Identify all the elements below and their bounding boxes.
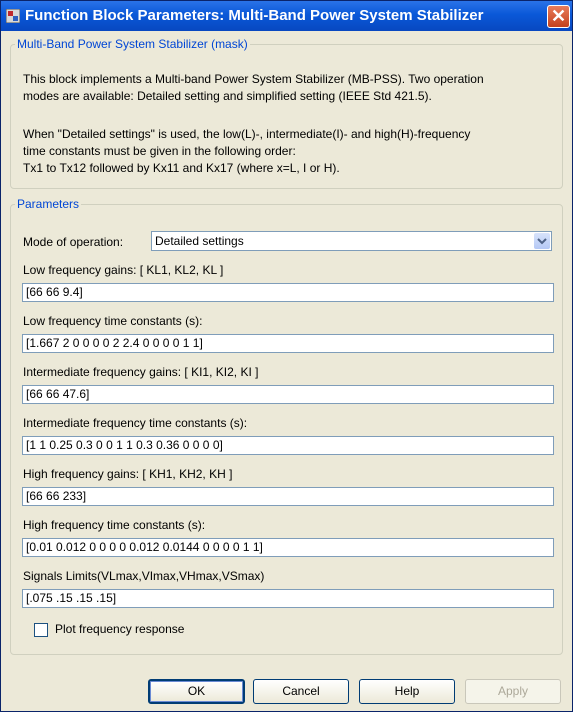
low-freq-time-constants-label: Low frequency time constants (s):: [23, 314, 203, 328]
parameters-legend: Parameters: [17, 197, 80, 211]
help-button[interactable]: Help: [359, 679, 455, 704]
plot-frequency-response-label: Plot frequency response: [55, 622, 185, 636]
chevron-down-icon[interactable]: [534, 233, 550, 249]
description-line-4: When "Detailed settings" is used, the lo…: [23, 127, 471, 141]
mode-selected-value: Detailed settings: [155, 234, 244, 248]
description-line-6: Tx1 to Tx12 followed by Kx11 and Kx17 (w…: [23, 161, 340, 175]
dialog-window: Function Block Parameters: Multi-Band Po…: [0, 0, 573, 712]
high-freq-gains-label: High frequency gains: [ KH1, KH2, KH ]: [23, 467, 233, 481]
high-freq-gains-input[interactable]: [66 66 233]: [22, 487, 554, 506]
description-line-5: time constants must be given in the foll…: [23, 144, 296, 158]
plot-frequency-response-checkbox[interactable]: [34, 623, 48, 637]
signal-limits-input[interactable]: [.075 .15 .15 .15]: [22, 589, 554, 608]
intermediate-freq-time-constants-input[interactable]: [1 1 0.25 0.3 0 0 1 1 0.3 0.36 0 0 0 0]: [22, 436, 554, 455]
apply-button[interactable]: Apply: [465, 679, 561, 704]
mask-group-legend: Multi-Band Power System Stabilizer (mask…: [17, 37, 248, 51]
description-line-2: modes are available: Detailed setting an…: [23, 89, 432, 103]
cancel-button[interactable]: Cancel: [253, 679, 349, 704]
high-freq-time-constants-input[interactable]: [0.01 0.012 0 0 0 0 0.012 0.0144 0 0 0 0…: [22, 538, 554, 557]
title-bar[interactable]: Function Block Parameters: Multi-Band Po…: [1, 1, 572, 31]
close-button[interactable]: ✕: [547, 5, 570, 28]
low-freq-gains-input[interactable]: [66 66 9.4]: [22, 283, 554, 302]
ok-button[interactable]: OK: [148, 679, 245, 704]
close-icon: ✕: [550, 6, 567, 26]
signal-limits-label: Signals Limits(VLmax,VImax,VHmax,VSmax): [23, 569, 265, 583]
mode-of-operation-select[interactable]: Detailed settings: [151, 231, 552, 251]
high-freq-time-constants-label: High frequency time constants (s):: [23, 518, 206, 532]
intermediate-freq-time-constants-label: Intermediate frequency time constants (s…: [23, 416, 248, 430]
low-freq-time-constants-input[interactable]: [1.667 2 0 0 0 0 2 2.4 0 0 0 0 1 1]: [22, 334, 554, 353]
intermediate-freq-gains-input[interactable]: [66 66 47.6]: [22, 385, 554, 404]
low-freq-gains-label: Low frequency gains: [ KL1, KL2, KL ]: [23, 263, 224, 277]
window-title: Function Block Parameters: Multi-Band Po…: [25, 7, 484, 24]
description-line-1: This block implements a Multi-band Power…: [23, 72, 484, 86]
mode-of-operation-label: Mode of operation:: [23, 235, 124, 249]
intermediate-freq-gains-label: Intermediate frequency gains: [ KI1, KI2…: [23, 365, 259, 379]
simulink-block-icon: [6, 9, 20, 23]
